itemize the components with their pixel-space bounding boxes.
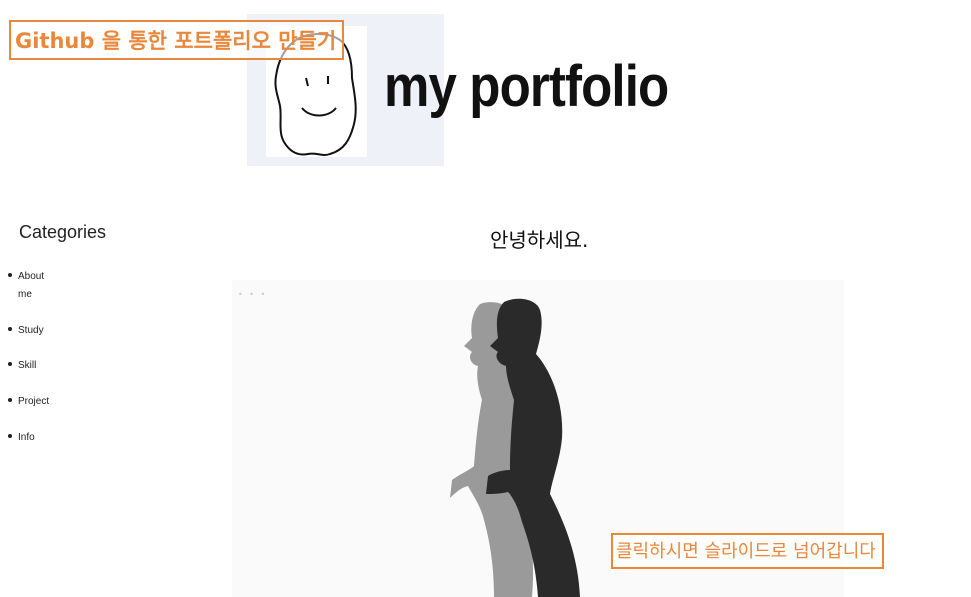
category-label[interactable]: Project [18,393,54,411]
bullet-icon [8,398,12,402]
bullet-icon [8,327,12,331]
category-label[interactable]: Skill [18,357,54,375]
site-title[interactable]: my portfolio [384,58,669,116]
annotation-slide-hint: 클릭하시면 슬라이드로 넘어갑니다 [611,533,884,569]
categories-heading: Categories [19,222,107,242]
greeting-heading: 안녕하세요. [490,228,589,252]
category-label[interactable]: Study [18,322,54,340]
page: my portfolio Github 을 통한 포트폴리오 만들기 Categ… [0,0,971,597]
bullet-icon [8,434,12,438]
category-label[interactable]: Info [18,429,54,447]
bullet-icon [8,362,12,366]
annotation-title: Github 을 통한 포트폴리오 만들기 [9,20,345,60]
bullet-icon [8,273,12,277]
category-label[interactable]: About me [18,268,54,304]
